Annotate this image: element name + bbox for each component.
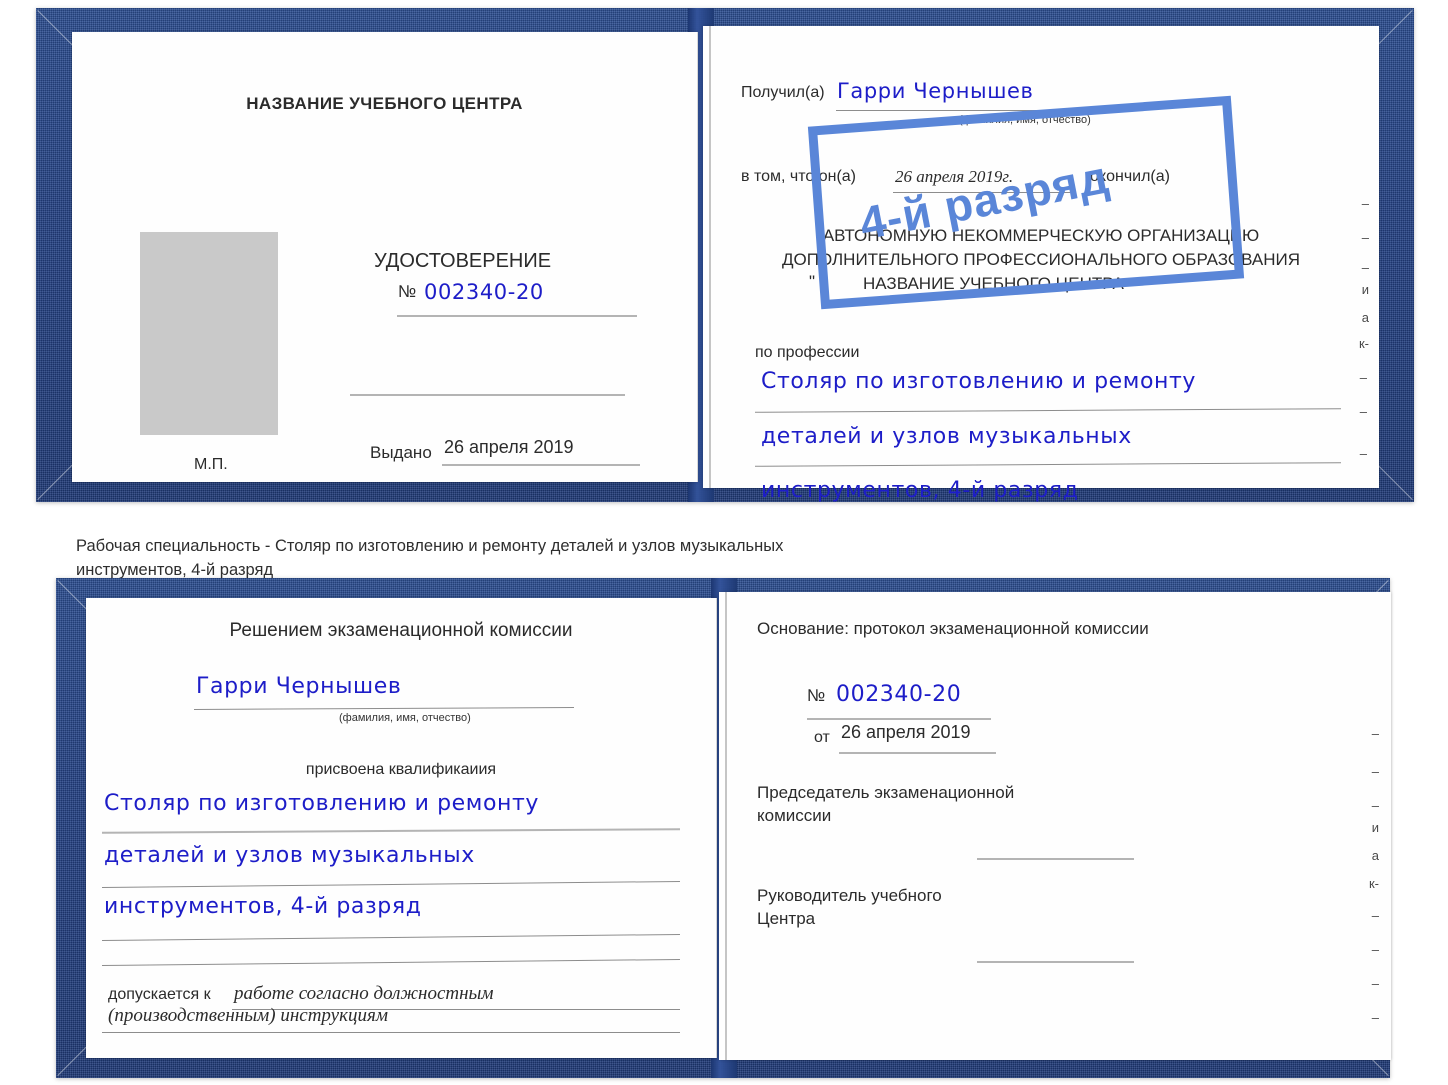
protocol-number-value: 002340-20 — [836, 682, 962, 707]
qualification-line-2: деталей и узлов музыкальных — [104, 843, 475, 868]
page-fold-line — [709, 26, 711, 488]
edge-fragment: – — [1371, 798, 1379, 813]
qualification-rule-3 — [102, 933, 680, 942]
issued-label: Выдано — [370, 443, 432, 462]
number-underline — [397, 315, 637, 317]
from-label: от — [814, 729, 830, 746]
admitted-value-line-1: работе согласно должностным — [234, 983, 494, 1004]
edge-fragment: – — [1359, 404, 1367, 419]
document-title: УДОСТОВЕРЕНИЕ — [374, 250, 552, 272]
training-center-heading: НАЗВАНИЕ УЧЕБНОГО ЦЕНТРА — [246, 94, 523, 113]
edge-fragment: – — [1371, 908, 1379, 923]
edge-fragment: – — [1359, 370, 1367, 385]
seal-place-label: М.П. — [194, 456, 228, 473]
edge-fragment: – — [1371, 1010, 1379, 1025]
holder-name-underline — [193, 707, 574, 710]
qualification-rule-1 — [101, 828, 681, 834]
head-label-line-2: Центра — [757, 909, 816, 928]
edge-fragment: а — [1361, 310, 1369, 325]
edge-fragment: – — [1361, 230, 1369, 245]
edge-fragment: – — [1371, 764, 1379, 779]
profession-line-1: Столяр по изготовлению и ремонту — [761, 369, 1197, 394]
certificate-bottom: Решением экзаменационной комиссии Гарри … — [56, 578, 1391, 1078]
profession-line-2: деталей и узлов музыкальных — [761, 424, 1132, 449]
qualification-line-1: Столяр по изготовлению и ремонту — [104, 791, 540, 816]
from-date-underline — [839, 752, 996, 754]
edge-fragment: – — [1371, 942, 1379, 957]
certificate-number-value: 002340-20 — [424, 280, 544, 304]
head-label-line-1: Руководитель учебного — [757, 886, 942, 905]
image-caption: Рабочая специальность - Столяр по изгото… — [76, 534, 1076, 582]
page-bottom-left: Решением экзаменационной комиссии Гарри … — [86, 598, 717, 1058]
photo-placeholder — [140, 232, 278, 435]
edge-fragment: к- — [1358, 336, 1369, 351]
qualification-line-3: инструментов, 4-й разряд — [104, 894, 422, 919]
caption-line-1: Рабочая специальность - Столяр по изгото… — [76, 537, 784, 555]
protocol-number-underline — [807, 718, 991, 720]
chairman-label-line-2: комиссии — [757, 806, 832, 825]
edge-fragment: – — [1359, 446, 1367, 461]
admitted-rule-2 — [102, 1032, 680, 1033]
issued-date-value: 26 апреля 2019 — [444, 437, 574, 457]
edge-fragment: – — [1361, 196, 1369, 211]
edge-fragment: – — [1361, 260, 1369, 275]
certificate-top: НАЗВАНИЕ УЧЕБНОГО ЦЕНТРА УДОСТОВЕРЕНИЕ №… — [36, 8, 1414, 503]
page-top-left: НАЗВАНИЕ УЧЕБНОГО ЦЕНТРА УДОСТОВЕРЕНИЕ №… — [72, 32, 698, 482]
basis-label: Основание: протокол экзаменационной коми… — [757, 619, 1149, 638]
commission-decision-heading: Решением экзаменационной комиссии — [229, 620, 573, 641]
from-date-value: 26 апреля 2019 — [841, 722, 971, 742]
name-hint-label: (фамилия, имя, отчество) — [339, 712, 471, 724]
edge-fragment: и — [1371, 820, 1379, 835]
received-name-value: Гарри Чернышев — [837, 79, 1034, 103]
qualification-rule-2 — [102, 880, 680, 889]
profession-rule-1 — [755, 408, 1341, 413]
edge-fragment: – — [1371, 976, 1379, 991]
issued-underline — [442, 464, 640, 466]
blank-line — [350, 394, 625, 396]
profession-rule-2 — [755, 462, 1341, 467]
profession-label: по профессии — [755, 344, 860, 361]
edge-fragment: – — [1371, 726, 1379, 741]
protocol-number-symbol: № — [807, 686, 826, 705]
profession-line-3: инструментов, 4-й разряд — [761, 478, 1079, 503]
page-bottom-right: Основание: протокол экзаменационной коми… — [719, 592, 1391, 1060]
holder-name-value: Гарри Чернышев — [196, 674, 402, 699]
organization-quote-open: " — [809, 272, 816, 291]
blank-rule-4 — [102, 958, 680, 967]
chairman-signature-line — [977, 858, 1134, 860]
number-symbol: № — [398, 282, 417, 301]
edge-fragment: к- — [1368, 876, 1379, 891]
head-signature-line — [977, 961, 1134, 963]
assigned-qualification-label: присвоена квалификаиия — [305, 761, 497, 778]
admitted-label: допускается к — [108, 986, 211, 1003]
page-fold-line — [725, 592, 727, 1060]
received-label: Получил(а) — [741, 84, 825, 101]
edge-fragment: а — [1371, 848, 1379, 863]
admitted-value-line-2: (производственным) инструкциям — [108, 1005, 388, 1026]
edge-fragment: и — [1361, 282, 1369, 297]
chairman-label-line-1: Председатель экзаменационной — [757, 783, 1015, 802]
